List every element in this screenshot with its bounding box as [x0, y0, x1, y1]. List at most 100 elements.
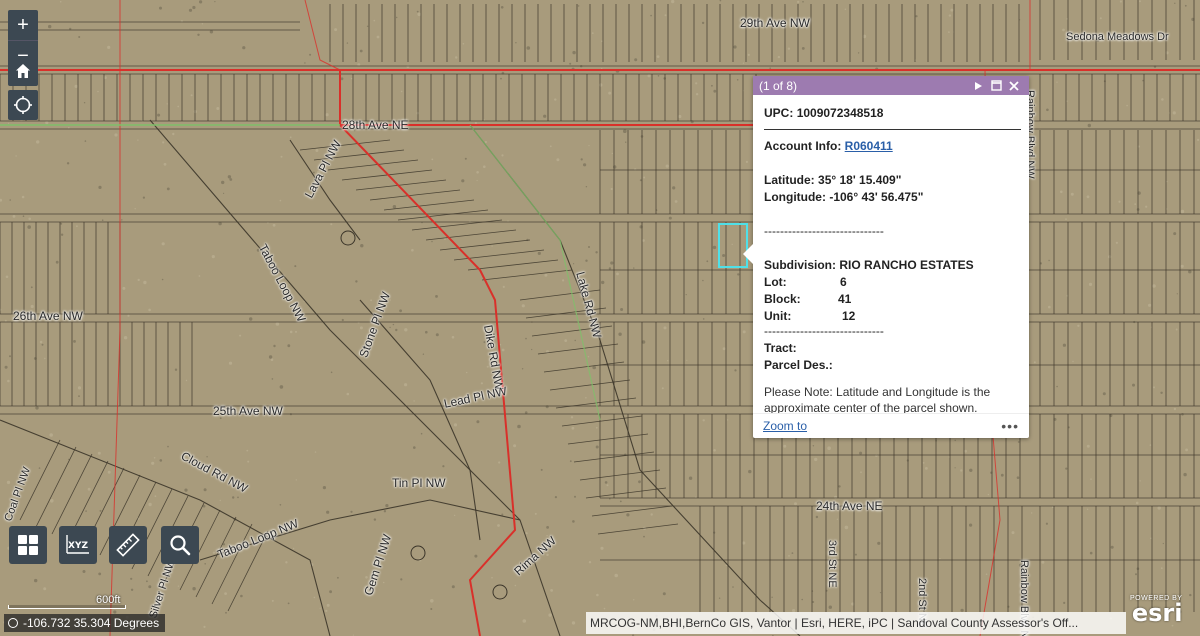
- vegetation-speck: [588, 145, 590, 147]
- vegetation-speck: [350, 510, 353, 513]
- vegetation-speck: [657, 75, 660, 77]
- vegetation-speck: [35, 406, 39, 410]
- vegetation-speck: [531, 348, 533, 351]
- vegetation-speck: [498, 461, 501, 464]
- tract-row: Tract:: [764, 340, 1019, 357]
- measure-button[interactable]: [109, 526, 147, 564]
- vegetation-speck: [1070, 192, 1074, 196]
- vegetation-speck: [76, 225, 78, 228]
- vegetation-speck: [373, 518, 377, 521]
- subdivision-value: RIO RANCHO ESTATES: [839, 258, 974, 272]
- vegetation-speck: [745, 160, 749, 163]
- vegetation-speck: [577, 5, 580, 7]
- vegetation-speck: [1077, 324, 1080, 327]
- vegetation-speck: [1045, 522, 1048, 525]
- vegetation-speck: [246, 449, 249, 452]
- vegetation-speck: [702, 419, 705, 422]
- vegetation-speck: [507, 220, 509, 222]
- vegetation-speck: [270, 358, 274, 362]
- vegetation-speck: [107, 470, 111, 474]
- vegetation-speck: [206, 456, 208, 458]
- vegetation-speck: [620, 308, 624, 311]
- vegetation-speck: [30, 304, 34, 309]
- tract-label: Tract:: [764, 341, 797, 355]
- vegetation-speck: [177, 105, 180, 108]
- next-feature-button[interactable]: [969, 81, 987, 91]
- vegetation-speck: [1185, 448, 1188, 452]
- account-link[interactable]: R060411: [845, 139, 893, 153]
- vegetation-speck: [801, 47, 805, 50]
- vegetation-speck: [237, 496, 239, 499]
- dock-button[interactable]: [987, 80, 1005, 91]
- vegetation-speck: [601, 280, 605, 285]
- zoom-to-link[interactable]: Zoom to: [763, 419, 1001, 433]
- vegetation-speck: [844, 525, 849, 530]
- vegetation-speck: [554, 98, 557, 101]
- vegetation-speck: [395, 328, 398, 332]
- account-label: Account Info:: [764, 139, 842, 153]
- map-attribution[interactable]: MRCOG-NM,BHI,BernCo GIS, Vantor | Esri, …: [586, 612, 1126, 634]
- vegetation-speck: [134, 208, 136, 210]
- vegetation-speck: [400, 90, 403, 93]
- basemap-gallery-button[interactable]: [9, 526, 47, 564]
- vegetation-speck: [474, 554, 478, 558]
- vegetation-speck: [954, 467, 956, 469]
- more-actions-button[interactable]: •••: [1001, 418, 1019, 434]
- vegetation-speck: [98, 572, 102, 576]
- vegetation-speck: [360, 244, 364, 248]
- coordinate-readout[interactable]: -106.732 35.304 Degrees: [4, 614, 166, 632]
- zoom-in-button[interactable]: +: [8, 10, 38, 40]
- street-label: 25th Ave NW: [213, 404, 283, 418]
- vegetation-speck: [148, 585, 152, 589]
- vegetation-speck: [271, 378, 274, 380]
- vegetation-speck: [45, 121, 49, 125]
- home-button[interactable]: [8, 56, 38, 86]
- vegetation-speck: [722, 347, 726, 351]
- dash-divider: ------------------------------: [764, 324, 884, 338]
- vegetation-speck: [1066, 100, 1068, 102]
- vegetation-speck: [203, 625, 206, 629]
- coordinate-conversion-button[interactable]: XYZ: [59, 526, 97, 564]
- search-button[interactable]: [161, 526, 199, 564]
- vegetation-speck: [814, 457, 818, 462]
- close-button[interactable]: [1005, 80, 1023, 91]
- vegetation-speck: [1126, 104, 1128, 107]
- home-icon: [16, 64, 30, 78]
- vegetation-speck: [68, 126, 70, 129]
- xyz-label: XYZ: [68, 541, 88, 551]
- vegetation-speck: [417, 12, 422, 17]
- vegetation-speck: [78, 36, 81, 38]
- vegetation-speck: [500, 77, 502, 80]
- dash-divider: ------------------------------: [764, 224, 884, 238]
- popup-content[interactable]: UPC: 1009072348518 Account Info: R060411…: [753, 95, 1029, 413]
- vegetation-speck: [491, 245, 493, 247]
- vegetation-speck: [273, 344, 276, 348]
- vegetation-speck: [954, 439, 956, 442]
- vegetation-speck: [513, 444, 517, 448]
- vegetation-speck: [656, 55, 660, 58]
- vegetation-speck: [413, 446, 416, 449]
- lot-label: Lot:: [764, 275, 787, 289]
- vegetation-speck: [570, 416, 574, 419]
- street-label: Sedona Meadows Dr: [1066, 31, 1169, 43]
- vegetation-speck: [1033, 361, 1036, 364]
- vegetation-speck: [123, 336, 128, 340]
- vegetation-speck: [574, 339, 576, 342]
- vegetation-speck: [1172, 111, 1176, 115]
- scale-bar-label: 600ft: [96, 594, 121, 606]
- vegetation-speck: [431, 240, 433, 243]
- locate-button[interactable]: [8, 90, 38, 120]
- vegetation-speck: [502, 285, 505, 288]
- vegetation-speck: [591, 32, 594, 34]
- vegetation-speck: [121, 219, 123, 221]
- vegetation-speck: [192, 5, 196, 10]
- vegetation-speck: [604, 481, 608, 484]
- vegetation-speck: [219, 499, 221, 502]
- vegetation-speck: [153, 457, 156, 459]
- vegetation-speck: [337, 576, 339, 579]
- vegetation-speck: [619, 500, 622, 503]
- vegetation-speck: [340, 77, 344, 81]
- vegetation-speck: [137, 139, 139, 141]
- vegetation-speck: [1135, 501, 1139, 505]
- vegetation-speck: [330, 371, 333, 374]
